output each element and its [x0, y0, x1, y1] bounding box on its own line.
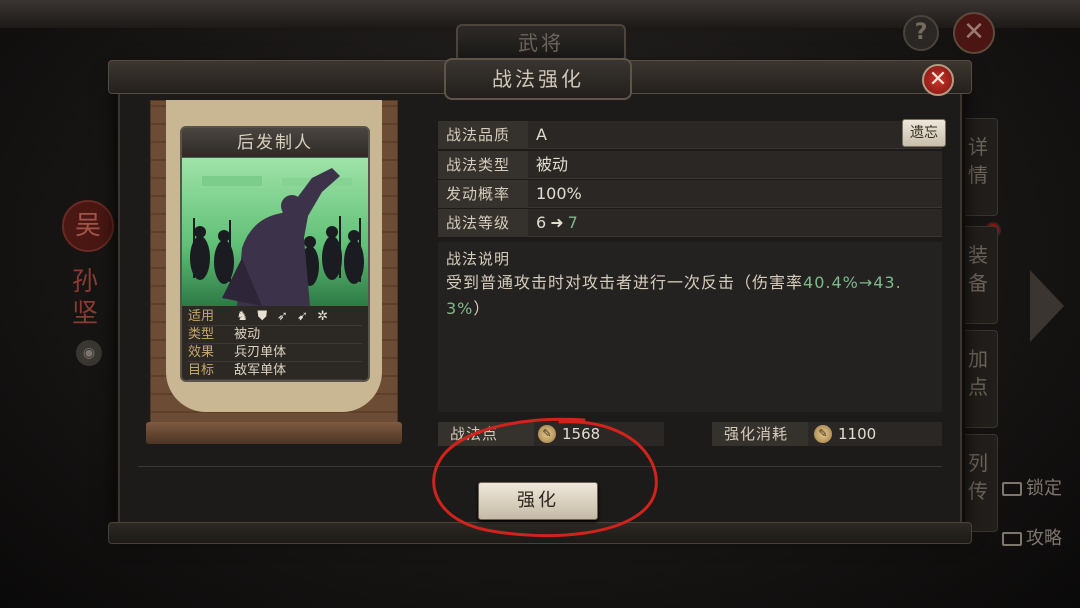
arrow-right-icon: ➜: [550, 213, 564, 232]
lock-label: 锁定: [1026, 478, 1062, 499]
hero-panel: 吴 孙坚 ◉: [60, 200, 120, 400]
tab-equipment[interactable]: 装备: [958, 226, 998, 324]
help-icon[interactable]: ?: [903, 15, 939, 51]
quill-coin-icon: ✎: [814, 425, 832, 443]
level-label: 战法等级: [438, 209, 528, 237]
spear-icon: ➹: [297, 309, 309, 324]
skill-card: 后发制人 适用 ♞ ⛊ ➶ ➹ ✲ 类型 被动 效果 兵刃单体 目标 敌军单体: [180, 126, 370, 382]
tab-details[interactable]: 详情: [958, 118, 998, 216]
hero-name: 孙坚: [72, 267, 99, 329]
guide-icon: [1002, 532, 1022, 546]
card-row-effect: 效果 兵刃单体: [188, 344, 362, 362]
card-row-key: 类型: [188, 327, 215, 342]
faction-seal: 吴: [62, 200, 114, 252]
next-hero-arrow-icon[interactable]: [1030, 270, 1064, 342]
tab-points[interactable]: 加点: [958, 330, 998, 428]
guide-button[interactable]: 攻略: [1002, 526, 1062, 552]
quality-value: A: [536, 125, 547, 144]
skill-card-info: 适用 ♞ ⛊ ➶ ➹ ✲ 类型 被动 效果 兵刃单体 目标 敌军单体: [188, 308, 362, 380]
info-row-type: 战法类型 被动: [438, 151, 942, 179]
forget-button[interactable]: 遗忘: [902, 119, 946, 147]
level-from: 6: [536, 213, 547, 232]
chariot-icon: ✲: [317, 309, 329, 324]
card-row-value: 敌军单体: [234, 363, 287, 378]
rate-value: 100%: [536, 184, 582, 203]
info-row-rate: 发动概率 100%: [438, 180, 942, 208]
description-text: 受到普通攻击时对攻击者进行一次反击（伤害率40.4%→43.3%）: [446, 270, 936, 322]
enhance-cost: 强化消耗 ✎ 1100: [712, 422, 942, 446]
shield-icon: ⛊: [257, 309, 268, 324]
background-close-icon[interactable]: ✕: [953, 12, 995, 54]
description-prefix: 受到普通攻击时对攻击者进行一次反击（伤害率: [446, 273, 804, 292]
info-row-quality: 战法品质 A: [438, 121, 942, 149]
card-row-target: 目标 敌军单体: [188, 362, 362, 380]
level-to: 7: [567, 213, 578, 232]
card-row-key: 适用: [188, 309, 215, 324]
card-row-key: 效果: [188, 345, 215, 360]
game-screen: 武将 ? ✕ 吴 孙坚 ◉ 详情 装备 加点 列传 锁定 攻略 战法强化 ✕ 后…: [0, 0, 1080, 608]
skill-points-label: 战法点: [438, 422, 534, 446]
skill-card-name: 后发制人: [182, 128, 368, 158]
enhance-button[interactable]: 强化: [478, 482, 598, 520]
divider: [138, 466, 942, 467]
skill-art: [182, 158, 368, 306]
card-row-key: 目标: [188, 363, 215, 378]
card-row-value: 兵刃单体: [234, 345, 287, 360]
description-suffix: ）: [473, 299, 491, 318]
modal-title: 战法强化: [444, 58, 632, 100]
info-row-level: 战法等级 6 ➜ 7: [438, 209, 942, 237]
voice-icon[interactable]: ◉: [76, 340, 102, 366]
card-row-applicable: 适用 ♞ ⛊ ➶ ➹ ✲: [188, 308, 362, 326]
type-value: 被动: [536, 155, 569, 174]
archer-icon: ➶: [276, 309, 288, 324]
lock-icon: [1002, 482, 1022, 496]
description-title: 战法说明: [446, 250, 511, 268]
quality-label: 战法品质: [438, 121, 528, 149]
cavalry-icon: ♞: [236, 309, 248, 324]
troop-icons: ♞ ⛊ ➶ ➹ ✲: [234, 309, 331, 324]
rate-label: 发动概率: [438, 180, 528, 208]
skill-points-value: 1568: [562, 425, 601, 443]
guide-label: 攻略: [1026, 528, 1062, 549]
modal-close-icon[interactable]: ✕: [922, 64, 954, 96]
modal-footer-bar: [108, 522, 972, 544]
skill-points: 战法点 ✎ 1568: [438, 422, 664, 446]
card-row-value: 被动: [234, 327, 261, 342]
level-value: 6 ➜ 7: [536, 209, 578, 237]
type-label: 战法类型: [438, 151, 528, 179]
card-row-type: 类型 被动: [188, 326, 362, 344]
scroll-rod: [146, 422, 402, 444]
skill-description: 战法说明 受到普通攻击时对攻击者进行一次反击（伤害率40.4%→43.3%）: [438, 242, 942, 412]
tab-biography[interactable]: 列传: [958, 434, 998, 532]
enhance-cost-value: 1100: [838, 425, 877, 443]
quill-coin-icon: ✎: [538, 425, 556, 443]
background-title: 武将: [456, 24, 626, 62]
lock-button[interactable]: 锁定: [1002, 476, 1062, 502]
enhance-cost-label: 强化消耗: [712, 422, 808, 446]
